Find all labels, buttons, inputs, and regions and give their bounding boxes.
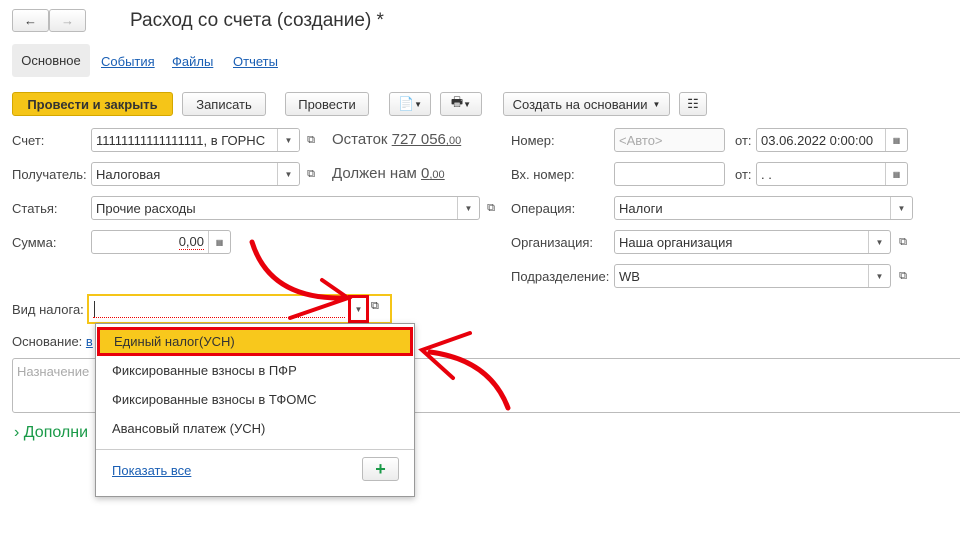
- arrow-annotation-1: [249, 239, 348, 301]
- annotation-arrows: [249, 239, 511, 411]
- arrow-annotation-2: [427, 349, 511, 411]
